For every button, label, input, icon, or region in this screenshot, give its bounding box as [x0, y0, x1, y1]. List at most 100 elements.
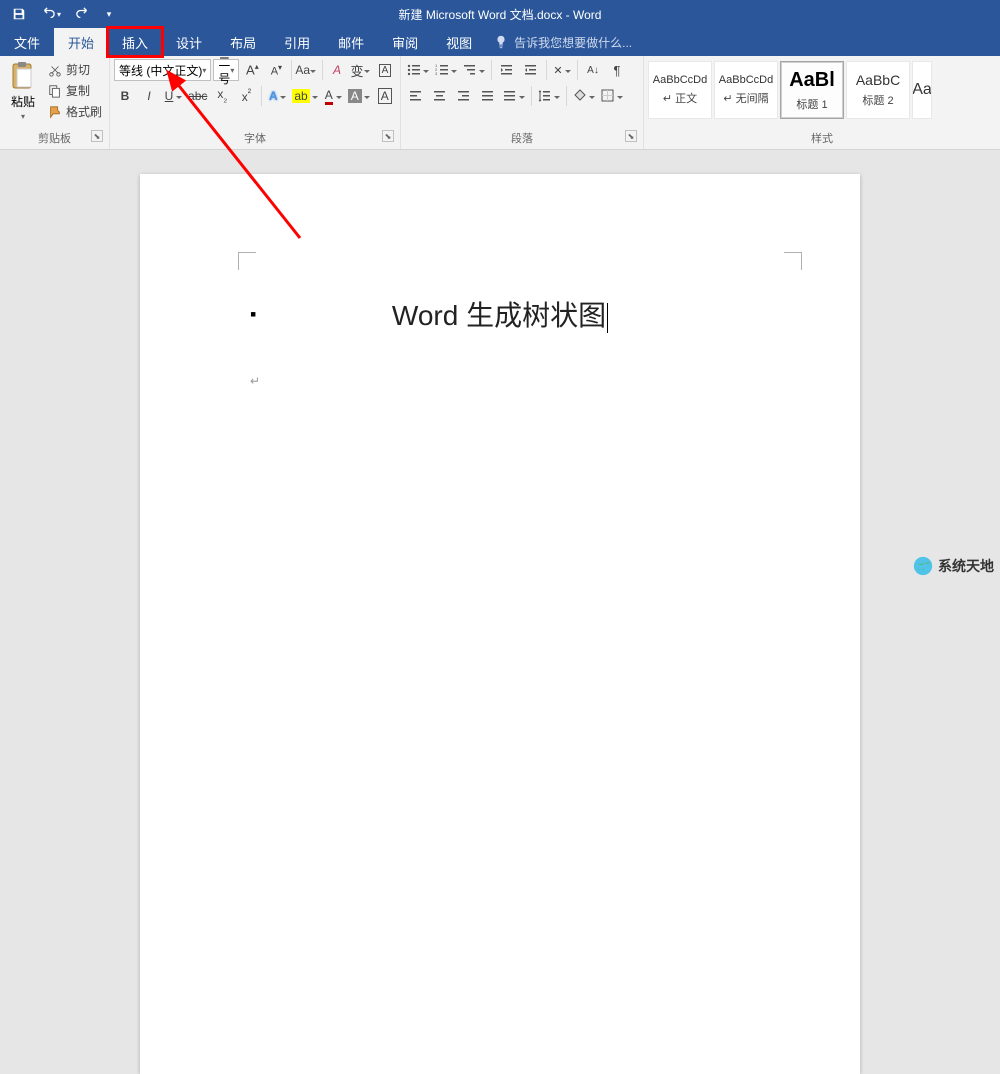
- format-painter-icon: [48, 105, 62, 119]
- document-area[interactable]: ▪ Word 生成树状图 ↵: [0, 150, 1000, 583]
- tab-references[interactable]: 引用: [270, 28, 324, 56]
- lightbulb-icon: [494, 35, 508, 49]
- align-center-button[interactable]: [429, 85, 451, 107]
- group-font: 等线 (中文正文)▾ 二号▾ A▴ A▾ Aa A 变 A B I: [110, 56, 401, 149]
- style-more[interactable]: Aa: [912, 61, 932, 119]
- justify-icon: [481, 89, 495, 103]
- numbering-icon: 123: [435, 63, 449, 77]
- clear-formatting-button[interactable]: A: [326, 59, 348, 81]
- svg-text:3: 3: [435, 71, 438, 76]
- sort-button[interactable]: A↓: [582, 59, 604, 81]
- text-cursor: [607, 303, 608, 333]
- borders-button[interactable]: [599, 85, 625, 107]
- align-left-button[interactable]: [405, 85, 427, 107]
- align-right-icon: [457, 89, 471, 103]
- document-heading[interactable]: Word 生成树状图: [140, 294, 860, 334]
- strikethrough-button[interactable]: abc: [186, 85, 209, 107]
- font-color-button[interactable]: A: [322, 85, 344, 107]
- asian-layout-button[interactable]: ✕: [551, 59, 573, 81]
- customize-qat-button[interactable]: ▾: [102, 2, 116, 26]
- watermark: 系统天地: [912, 555, 994, 577]
- character-border-button[interactable]: A: [374, 85, 396, 107]
- watermark-globe-icon: [912, 555, 934, 577]
- save-button[interactable]: [6, 2, 32, 26]
- ribbon: 粘贴 ▾ 剪切 复制 格式刷 剪贴板 ⬊: [0, 56, 1000, 150]
- align-center-icon: [433, 89, 447, 103]
- line-spacing-icon: [538, 89, 552, 103]
- group-label-paragraph: 段落 ⬊: [405, 128, 639, 149]
- font-size-combo[interactable]: 二号▾: [213, 59, 239, 81]
- ribbon-tabs: 文件 开始 插入 设计 布局 引用 邮件 审阅 视图 告诉我您想要做什么...: [0, 28, 1000, 56]
- bullets-icon: [407, 63, 421, 77]
- tab-home[interactable]: 开始: [54, 28, 108, 56]
- tab-review[interactable]: 审阅: [378, 28, 432, 56]
- character-shading-button[interactable]: A: [346, 85, 372, 107]
- text-effects-button[interactable]: A: [266, 85, 288, 107]
- group-label-font: 字体 ⬊: [114, 128, 396, 149]
- grow-font-button[interactable]: A▴: [241, 59, 263, 81]
- show-marks-button[interactable]: ¶: [606, 59, 628, 81]
- quick-access-toolbar: ▾ ▾: [0, 2, 122, 26]
- outdent-icon: [500, 63, 514, 77]
- bold-button[interactable]: B: [114, 85, 136, 107]
- cut-icon: [48, 63, 62, 77]
- window-title: 新建 Microsoft Word 文档.docx - Word: [399, 6, 602, 23]
- increase-indent-button[interactable]: [520, 59, 542, 81]
- margin-corner-tl: [238, 252, 256, 270]
- undo-button[interactable]: ▾: [38, 2, 64, 26]
- numbering-button[interactable]: 123: [433, 59, 459, 81]
- line-spacing-button[interactable]: [536, 85, 562, 107]
- tab-view[interactable]: 视图: [432, 28, 486, 56]
- phonetic-guide-button[interactable]: 变: [350, 59, 372, 81]
- tab-insert[interactable]: 插入: [108, 28, 162, 56]
- margin-corner-tr: [784, 252, 802, 270]
- page[interactable]: ▪ Word 生成树状图 ↵: [140, 174, 860, 1074]
- multilevel-list-button[interactable]: [461, 59, 487, 81]
- change-case-button[interactable]: Aa: [296, 59, 318, 81]
- indent-icon: [524, 63, 538, 77]
- redo-icon: [76, 7, 90, 21]
- font-name-combo[interactable]: 等线 (中文正文)▾: [114, 59, 211, 81]
- distributed-icon: [503, 89, 517, 103]
- redo-button[interactable]: [70, 2, 96, 26]
- underline-button[interactable]: U: [162, 85, 184, 107]
- subscript-button[interactable]: x₂: [211, 85, 233, 107]
- paste-button[interactable]: 粘贴 ▾: [4, 59, 42, 123]
- distributed-button[interactable]: [501, 85, 527, 107]
- align-right-button[interactable]: [453, 85, 475, 107]
- style-heading1[interactable]: AaBl 标题 1: [780, 61, 844, 119]
- highlight-button[interactable]: ab: [290, 85, 319, 107]
- paste-label: 粘贴: [11, 93, 35, 110]
- format-painter-button[interactable]: 格式刷: [45, 101, 105, 122]
- style-normal[interactable]: AaBbCcDd ↵ 正文: [648, 61, 712, 119]
- justify-button[interactable]: [477, 85, 499, 107]
- bullets-button[interactable]: [405, 59, 431, 81]
- shrink-font-button[interactable]: A▾: [265, 59, 287, 81]
- tab-design[interactable]: 设计: [162, 28, 216, 56]
- multilevel-icon: [463, 63, 477, 77]
- group-label-styles: 样式: [648, 128, 996, 149]
- italic-button[interactable]: I: [138, 85, 160, 107]
- save-icon: [12, 7, 26, 21]
- tell-me-search[interactable]: 告诉我您想要做什么...: [486, 28, 640, 56]
- clipboard-launcher[interactable]: ⬊: [91, 130, 103, 142]
- tab-file[interactable]: 文件: [0, 28, 54, 56]
- style-no-spacing[interactable]: AaBbCcDd ↵ 无间隔: [714, 61, 778, 119]
- title-bar: ▾ ▾ 新建 Microsoft Word 文档.docx - Word: [0, 0, 1000, 28]
- enclose-characters-button[interactable]: A: [374, 59, 396, 81]
- copy-icon: [48, 84, 62, 98]
- style-heading2[interactable]: AaBbC 标题 2: [846, 61, 910, 119]
- align-left-icon: [409, 89, 423, 103]
- font-launcher[interactable]: ⬊: [382, 130, 394, 142]
- paragraph-launcher[interactable]: ⬊: [625, 130, 637, 142]
- tab-layout[interactable]: 布局: [216, 28, 270, 56]
- group-clipboard: 粘贴 ▾ 剪切 复制 格式刷 剪贴板 ⬊: [0, 56, 110, 149]
- borders-icon: [601, 89, 615, 103]
- superscript-button[interactable]: x²: [235, 85, 257, 107]
- shading-button[interactable]: [571, 85, 597, 107]
- tab-mailings[interactable]: 邮件: [324, 28, 378, 56]
- decrease-indent-button[interactable]: [496, 59, 518, 81]
- copy-button[interactable]: 复制: [45, 80, 105, 101]
- cut-button[interactable]: 剪切: [45, 59, 105, 80]
- undo-icon: [41, 7, 55, 21]
